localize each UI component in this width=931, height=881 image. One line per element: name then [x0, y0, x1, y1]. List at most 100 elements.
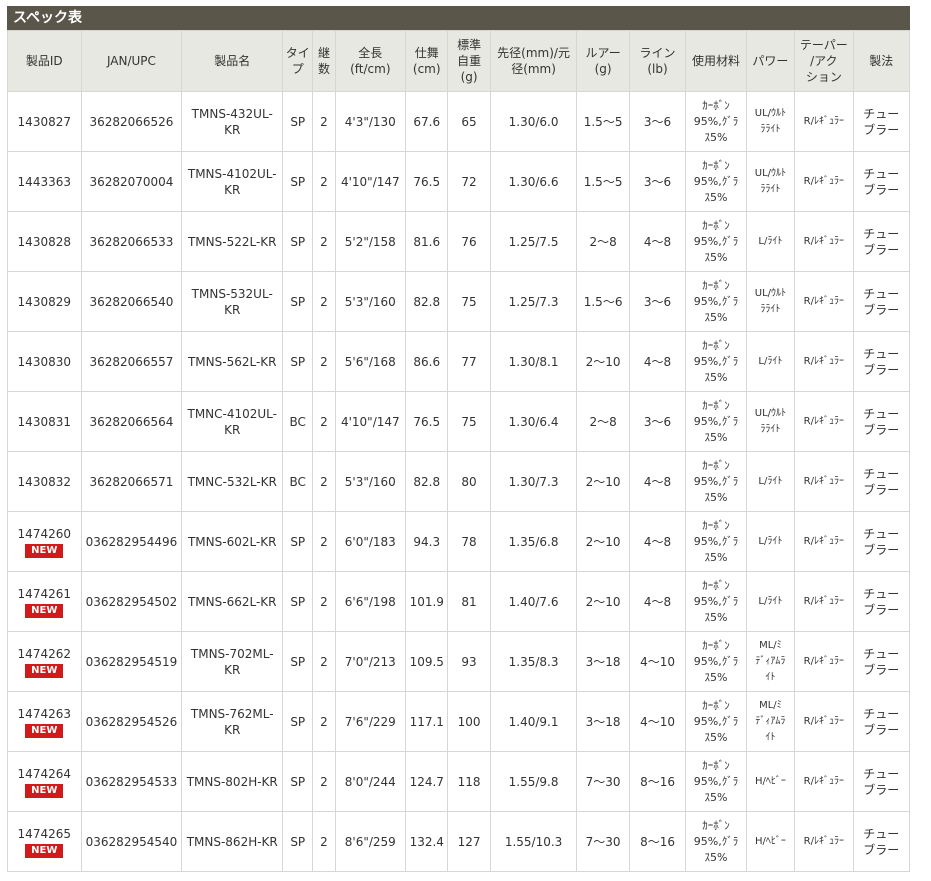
id-wrap: 1430831 — [9, 414, 80, 430]
cell-closed-length: 81.6 — [405, 211, 449, 272]
cell-line: UL/ｳﾙﾄ — [754, 287, 787, 299]
cell-type: BC — [282, 391, 314, 452]
new-badge: NEW — [25, 843, 64, 858]
cell-line: 101.9 — [409, 594, 444, 609]
table-body: 1430827 36282066526 TMNS-432UL- KR SP 2 4'3"/1… — [7, 91, 911, 872]
cell-line: 109.5 — [409, 654, 444, 669]
cell-line: ｶｰﾎﾞﾝ — [702, 758, 730, 772]
cell-material: ｶｰﾎﾞﾝ 95%,ｸﾞﾗ ｽ5% — [685, 151, 747, 212]
cell-type: SP — [282, 511, 314, 572]
cell-line: 継 — [317, 46, 330, 60]
cell-method: チュー ブラー — [852, 631, 911, 692]
cell-line: ｽ5% — [704, 190, 728, 204]
cell-power: L/ﾗｲﾄ — [745, 571, 796, 632]
cell-line: SP — [290, 654, 306, 669]
cell-line: 95%,ｸﾞﾗ — [693, 714, 739, 728]
cell-line: 8'0"/244 — [344, 774, 396, 789]
cell-line: チュー — [863, 286, 900, 301]
cell-line: ルアー — [585, 46, 621, 60]
cell-line: 72 — [461, 174, 477, 189]
header-pieces: 継数 — [312, 30, 336, 92]
cell-product-name: TMNS-532UL- KR — [181, 271, 284, 332]
cell-line: TMNS-762ML- — [190, 706, 274, 721]
header-line: ライン (lb) — [628, 30, 687, 92]
cell-method: チュー ブラー — [852, 271, 911, 332]
table-row: 1474262 NEW 036282954519 TMNS-702ML- KR SP 2 7'… — [7, 631, 911, 692]
cell-line: 95%,ｸﾞﾗ — [693, 654, 739, 668]
cell-line: BC — [289, 474, 306, 489]
cell-line: /アク — [810, 54, 838, 68]
cell-line: 4～8 — [643, 594, 672, 609]
product-id: 1430829 — [17, 294, 71, 309]
cell-line: 95%,ｸﾞﾗ — [693, 414, 739, 428]
cell-line: R/ﾚｷﾞｭﾗｰ — [803, 295, 844, 307]
cell-line: TMNS-432UL- — [191, 106, 273, 121]
cell-line: ｶｰﾎﾞﾝ — [702, 578, 730, 592]
cell-lure: 2～10 — [576, 331, 630, 392]
cell-power: ML/ﾐ ﾃﾞｨｱﾑﾗ ｲﾄ — [745, 631, 796, 692]
cell-line: 1.55/10.3 — [504, 834, 563, 849]
cell-line: SP — [290, 534, 306, 549]
cell-taper: R/ﾚｷﾞｭﾗｰ — [794, 511, 854, 572]
product-id: 1430832 — [17, 474, 71, 489]
cell-lure: 2～10 — [576, 511, 630, 572]
cell-line: SP — [290, 834, 306, 849]
cell-method: チュー ブラー — [852, 811, 911, 872]
cell-line: TMNC-4102UL- — [187, 406, 277, 421]
cell-line: ﾗﾗｲﾄ — [760, 123, 781, 135]
id-wrap: 1430828 — [9, 234, 80, 250]
header-closed-length: 仕舞 (cm) — [405, 30, 449, 92]
cell-material: ｶｰﾎﾞﾝ 95%,ｸﾞﾗ ｽ5% — [685, 331, 747, 392]
cell-line: TMNS-602L-KR — [187, 534, 277, 549]
cell-power: H/ﾍﾋﾞｰ — [745, 811, 796, 872]
cell-product-name: TMNS-562L-KR — [181, 331, 284, 392]
cell-line: 95%,ｸﾞﾗ — [693, 174, 739, 188]
cell-line: 81.6 — [413, 234, 441, 249]
cell-product-id: 1430830 — [7, 331, 82, 392]
cell-product-id: 1474262 NEW — [7, 631, 82, 692]
cell-pieces: 2 — [312, 811, 336, 872]
cell-line: 4～8 — [628, 571, 687, 632]
cell-line: ｽ5% — [704, 250, 728, 264]
cell-line: 仕舞 — [414, 46, 439, 60]
cell-line: 36282070004 — [89, 174, 174, 189]
cell-jan: 36282066557 — [80, 331, 183, 392]
cell-jan: 36282066564 — [80, 391, 183, 452]
cell-pieces: 2 — [312, 451, 336, 512]
cell-weight: 93 — [447, 631, 491, 692]
cell-taper: R/ﾚｷﾞｭﾗｰ — [794, 391, 854, 452]
cell-line: 2 — [320, 294, 328, 309]
cell-line: ブラー — [863, 662, 900, 677]
cell-line: ﾗﾗｲﾄ — [760, 183, 781, 195]
cell-line: 100 — [457, 714, 481, 729]
cell-pieces: 2 — [312, 631, 336, 692]
cell-line: ﾃﾞｨｱﾑﾗ — [755, 655, 786, 667]
cell-diameter: 1.35/8.3 — [489, 631, 578, 692]
product-id: 1430831 — [17, 414, 71, 429]
product-id: 1474265 — [17, 826, 71, 841]
cell-product-id: 1474260 NEW — [7, 511, 82, 572]
table-row: 1474265 NEW 036282954540 TMNS-862H-KR SP 2 8'6… — [7, 811, 911, 872]
cell-line: R/ﾚｷﾞｭﾗｰ — [803, 595, 844, 607]
cell-jan: 036282954496 — [80, 511, 183, 572]
cell-line: SP — [290, 594, 306, 609]
cell-jan: 036282954540 — [80, 811, 183, 872]
cell-line: 数 — [317, 62, 330, 76]
cell-line: 93 — [461, 654, 477, 669]
cell-line: 4～8 — [643, 474, 672, 489]
cell-material: ｶｰﾎﾞﾝ 95%,ｸﾞﾗ ｽ5% — [685, 751, 747, 812]
cell-product-name: TMNS-702ML- KR — [181, 631, 284, 692]
cell-line: 製品ID — [25, 54, 63, 68]
cell-line: ブラー — [863, 362, 900, 377]
cell-method: チュー ブラー — [852, 691, 911, 752]
cell-line: 1.40/9.1 — [508, 714, 559, 729]
cell-line: SP — [290, 774, 306, 789]
cell-line: 78 — [461, 534, 477, 549]
cell-line: UL/ｳﾙﾄ — [754, 107, 787, 119]
cell-line: SP — [290, 234, 306, 249]
cell-line: 3～6 — [628, 151, 687, 212]
cell-line: チュー — [863, 706, 900, 721]
cell-diameter: 1.55/9.8 — [489, 751, 578, 812]
cell-type: BC — [282, 451, 314, 512]
cell-line: ｽ5% — [704, 790, 728, 804]
